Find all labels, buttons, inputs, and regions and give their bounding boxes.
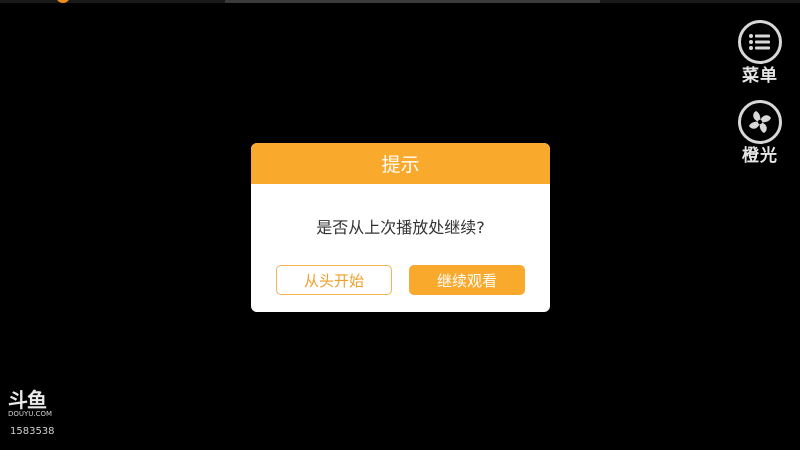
restart-button[interactable]: 从头开始 xyxy=(276,265,392,295)
logo-domain: DOUYU.COM xyxy=(8,410,53,418)
app-icon xyxy=(56,0,70,3)
resume-dialog: 提示 是否从上次播放处继续? 从头开始 继续观看 xyxy=(251,143,550,312)
dialog-message: 是否从上次播放处继续? xyxy=(316,218,485,237)
continue-button[interactable]: 继续观看 xyxy=(409,265,525,295)
orange-fan-icon xyxy=(738,100,782,144)
douyu-logo: 斗鱼 DOUYU.COM xyxy=(8,390,58,419)
list-menu-icon xyxy=(738,20,782,64)
menu-button[interactable]: 菜单 xyxy=(730,20,790,86)
dialog-title: 提示 xyxy=(381,154,420,176)
logo-mark: 斗鱼 xyxy=(8,388,47,412)
dialog-header: 提示 xyxy=(251,143,550,184)
menu-label: 菜单 xyxy=(742,66,778,86)
orange-light-button[interactable]: 橙光 xyxy=(730,100,790,166)
game-screen: 菜单 橙光 提示 是否从上次播放处继续? 从头开始 继续观看 斗鱼 DOUYU.… xyxy=(0,0,800,450)
top-edge-strip xyxy=(0,0,800,3)
orange-light-label: 橙光 xyxy=(742,146,778,166)
top-bar-fragment xyxy=(225,0,600,3)
room-id: 1583538 xyxy=(10,426,55,437)
